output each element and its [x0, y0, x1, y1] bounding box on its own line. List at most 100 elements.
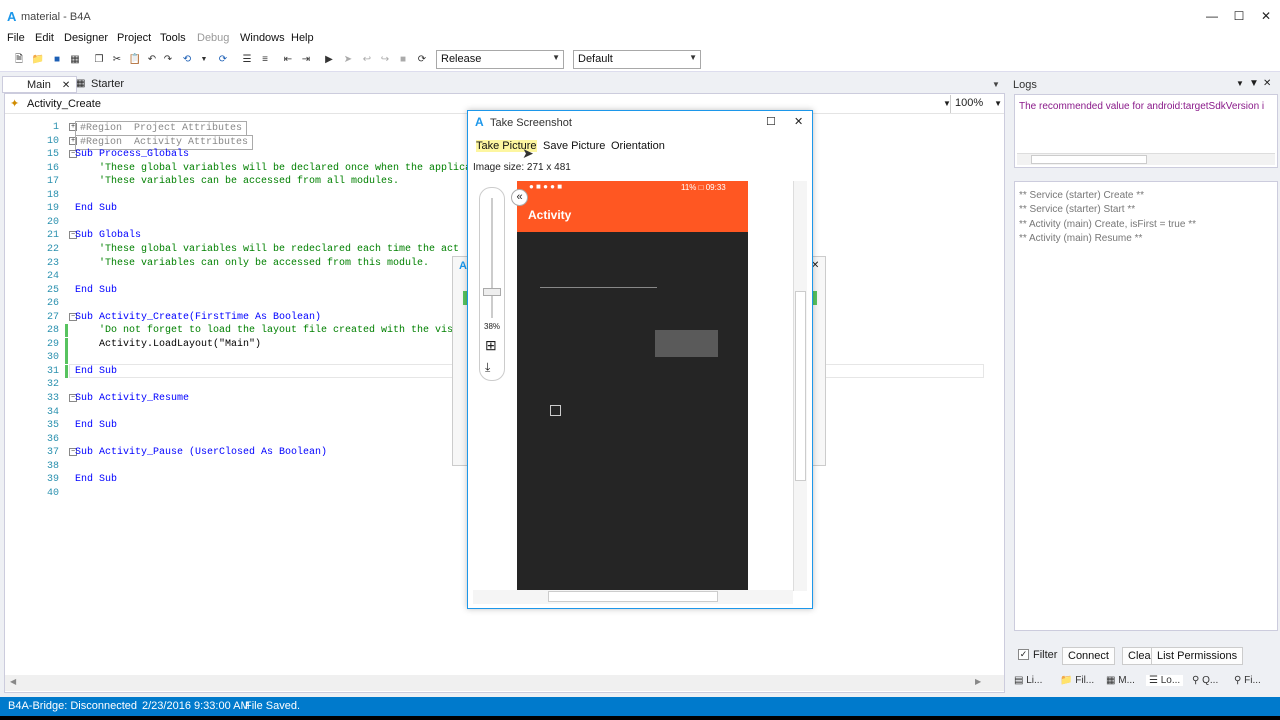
- logs-tab[interactable]: ☰ Lo...: [1146, 675, 1184, 686]
- zoom-slider-track[interactable]: [491, 198, 493, 318]
- line-number: 25: [46, 284, 59, 296]
- tab-starter-label: Starter: [91, 78, 125, 90]
- orientation-menu[interactable]: Orientation: [611, 140, 665, 152]
- undo-icon[interactable]: ↶: [145, 53, 159, 67]
- maximize-button[interactable]: ☐: [1225, 4, 1253, 28]
- horizontal-scrollbar[interactable]: ◀ ▶: [5, 675, 1004, 691]
- run-icon[interactable]: ▶: [322, 53, 336, 67]
- find-tab[interactable]: ⚲ Fi...: [1234, 675, 1261, 686]
- step-icon[interactable]: ➤: [341, 53, 355, 67]
- line-number: 40: [46, 487, 59, 499]
- save-all-icon[interactable]: ▦: [68, 53, 82, 67]
- chevron-down-icon: ▼: [994, 99, 1002, 108]
- filter-checkbox[interactable]: ✓: [1018, 649, 1029, 660]
- step-over-icon[interactable]: ↪: [378, 53, 392, 67]
- device-select[interactable]: Default ▼: [573, 50, 701, 69]
- connect-button[interactable]: Connect: [1062, 647, 1115, 665]
- close-button[interactable]: ✕: [1252, 4, 1280, 28]
- dialog-title: Take Screenshot: [490, 117, 572, 129]
- navigate-forward-icon[interactable]: ⟳: [216, 53, 230, 67]
- code-line: 'These global variables will be redeclar…: [75, 243, 460, 255]
- scroll-thumb[interactable]: [548, 591, 718, 602]
- block-comment-icon[interactable]: ≡: [258, 53, 272, 67]
- code-line: End Sub: [75, 474, 118, 486]
- sub-selector[interactable]: Activity_Create: [27, 98, 101, 110]
- code-line: 'These variables can only be accessed fr…: [75, 257, 430, 269]
- menu-debug[interactable]: Debug: [197, 32, 229, 44]
- code-line: 'These variables can be accessed from al…: [75, 176, 400, 188]
- logs-output[interactable]: ** Service (starter) Create ** ** Servic…: [1014, 181, 1278, 631]
- pin-icon[interactable]: ▼: [1249, 78, 1259, 89]
- list-icon[interactable]: ☰: [240, 53, 254, 67]
- minimize-button[interactable]: —: [1198, 4, 1226, 28]
- list-permissions-button[interactable]: List Permissions: [1151, 647, 1244, 665]
- line-number: 29: [46, 338, 59, 350]
- line-number: 15: [46, 149, 59, 161]
- menu-help[interactable]: Help: [291, 32, 314, 44]
- save-picture-menu[interactable]: Save Picture: [543, 140, 605, 152]
- modules-tab[interactable]: ▦ M...: [1106, 675, 1135, 686]
- menu-edit[interactable]: Edit: [35, 32, 54, 44]
- maximize-icon[interactable]: ☐: [766, 115, 776, 128]
- code-line: End Sub: [75, 284, 118, 296]
- tab-starter[interactable]: ▦ Starter: [67, 76, 130, 93]
- module-icon: ▦: [76, 78, 86, 89]
- line-number: 39: [46, 474, 59, 486]
- chevron-down-icon[interactable]: ▼: [197, 53, 211, 67]
- line-number: 26: [46, 298, 59, 310]
- scroll-right-icon[interactable]: ▶: [975, 677, 981, 686]
- collapse-panel-icon[interactable]: «: [511, 189, 528, 206]
- build-config-select[interactable]: Release ▼: [436, 50, 564, 69]
- open-icon[interactable]: 📁: [31, 53, 45, 67]
- zoom-fit-icon[interactable]: ⊞: [485, 338, 497, 352]
- toolbar: 🗎 📁 ■ ▦ ❐ ✂ 📋 ↶ ↷ ⟲ ▼ ⟳ ☰ ≡ ⇤ ⇥ ▶ ➤ ↩ ↪ …: [0, 48, 1280, 72]
- outdent-icon[interactable]: ⇤: [281, 53, 295, 67]
- tab-main[interactable]: Main ✕: [2, 76, 78, 93]
- menu-file[interactable]: File: [7, 32, 25, 44]
- restart-icon[interactable]: ⟳: [415, 53, 429, 67]
- menu-tools[interactable]: Tools: [160, 32, 186, 44]
- line-number: 32: [46, 379, 59, 391]
- logs-panel: Logs ▼ ▼ ✕ The recommended value for and…: [1008, 76, 1280, 696]
- chevron-down-icon[interactable]: ▼: [992, 80, 1000, 89]
- chevron-down-icon[interactable]: ▼: [1236, 79, 1244, 88]
- code-line: Sub Activity_Create(FirstTime As Boolean…: [75, 311, 322, 323]
- code-line: 'These global variables will be declared…: [75, 162, 472, 174]
- indent-icon[interactable]: ⇥: [299, 53, 313, 67]
- chevron-down-icon: ▼: [689, 53, 697, 62]
- cut-icon[interactable]: ✂: [110, 53, 124, 67]
- paste-icon[interactable]: 📋: [128, 53, 142, 67]
- redo-icon[interactable]: ↷: [161, 53, 175, 67]
- scroll-thumb[interactable]: [1031, 155, 1147, 164]
- log-line: ** Service (starter) Create **: [1019, 190, 1145, 201]
- files-tab[interactable]: 📁 Fil...: [1060, 675, 1094, 686]
- quick-search-tab[interactable]: ⚲ Q...: [1192, 675, 1218, 686]
- new-file-icon[interactable]: 🗎: [12, 53, 26, 67]
- log-line: ** Service (starter) Start **: [1019, 204, 1136, 215]
- close-icon[interactable]: ✕: [1263, 78, 1271, 89]
- zoom-slider-thumb[interactable]: [483, 288, 501, 297]
- save-icon[interactable]: ■: [50, 53, 64, 67]
- menu-windows[interactable]: Windows: [240, 32, 285, 44]
- scroll-left-icon[interactable]: ◀: [10, 677, 16, 686]
- logs-hscroll[interactable]: [1017, 153, 1275, 165]
- step-into-icon[interactable]: ↩: [360, 53, 374, 67]
- menu-designer[interactable]: Designer: [64, 32, 108, 44]
- zoom-select[interactable]: 100% ▼: [950, 95, 1004, 113]
- line-number: 17: [46, 176, 59, 188]
- save-screenshot-icon[interactable]: ⤓: [485, 360, 490, 375]
- line-number: 10: [46, 135, 59, 147]
- android-button: [655, 330, 718, 357]
- notification-icons: ● ■ ● ● ■: [529, 182, 563, 191]
- libraries-tab[interactable]: ▤ Li...: [1014, 675, 1042, 686]
- menu-project[interactable]: Project: [117, 32, 151, 44]
- dialog-horizontal-scrollbar[interactable]: [473, 590, 793, 604]
- changed-line-marker: [65, 364, 68, 378]
- dialog-vertical-scrollbar[interactable]: [793, 181, 807, 591]
- scroll-thumb[interactable]: [795, 291, 806, 481]
- navigate-back-icon[interactable]: ⟲: [180, 53, 194, 67]
- line-number: 1: [52, 122, 59, 133]
- stop-icon[interactable]: ■: [396, 53, 410, 67]
- copy-icon[interactable]: ❐: [92, 53, 106, 67]
- close-icon[interactable]: ✕: [794, 115, 803, 128]
